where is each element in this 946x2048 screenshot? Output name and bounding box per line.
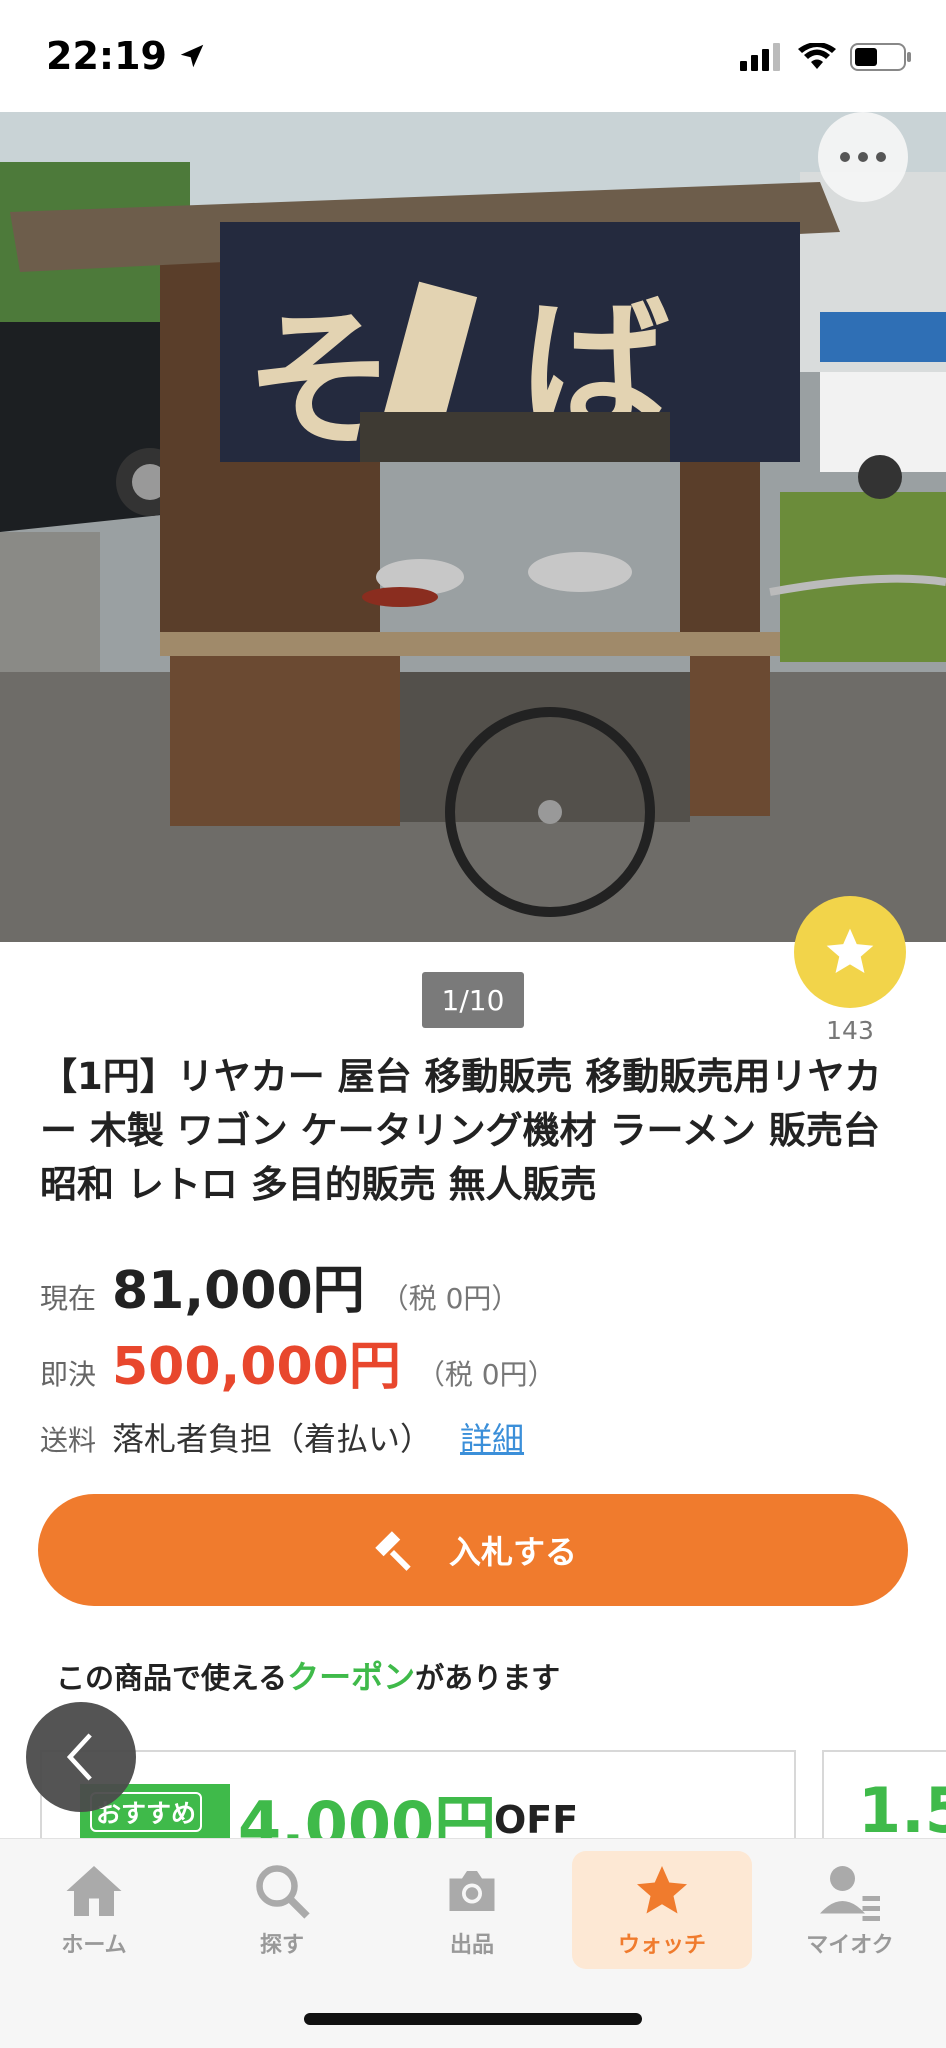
nav-label: ホーム [61,1933,127,1958]
back-button[interactable] [26,1702,136,1812]
user-list-icon [820,1866,880,1921]
wifi-icon [798,43,836,69]
search-icon [256,1865,310,1919]
current-price-row: 現在 81,000円 （税 0円） [40,1248,519,1323]
nav-item-home[interactable]: ホーム [4,1851,184,1969]
buyout-price-tax: （税 0円） [416,1358,556,1391]
product-image[interactable]: そ ば [0,112,946,942]
buyout-price: 500,000円 [112,1337,401,1397]
camera-icon [449,1871,495,1911]
more-options-button[interactable] [818,112,908,202]
home-indicator [304,2013,642,2025]
coupon-heading-highlight: クーポン [287,1658,416,1696]
shipping-label: 送料 [40,1424,97,1457]
current-price-label: 現在 [40,1282,97,1315]
coupon-heading-pre: この商品で使える [56,1661,288,1695]
dot-icon [876,152,886,162]
coupon-heading: この商品で使えるクーポンがあります [56,1652,560,1698]
home-icon [66,1866,122,1916]
buyout-price-label: 即決 [40,1358,97,1391]
listing-title: 【1円】リヤカー 屋台 移動販売 移動販売用リヤカー 木製 ワゴン ケータリング… [40,1055,882,1206]
star-icon [637,1866,687,1914]
current-price: 81,000円 [112,1261,365,1321]
shipping-row: 送料 落札者負担（着払い） 詳細 [40,1414,524,1460]
dot-icon [858,152,868,162]
coupon-heading-post: があります [415,1661,561,1695]
location-arrow-icon [180,44,204,68]
dot-icon [840,152,850,162]
coupon-amount: 1.5 [858,1774,946,1847]
gavel-icon [375,1531,411,1571]
nav-item-search[interactable]: 探す [192,1851,372,1969]
shipping-value: 落札者負担（着払い） [112,1420,433,1458]
nav-label: マイオク [806,1933,894,1958]
bottom-navigation: ホーム 探す 出品 ウォッチ マイオク [0,1838,946,2048]
watch-count: 143 [826,1016,874,1045]
coupon-off-label: OFF [494,1798,579,1842]
nav-label: 探す [259,1933,304,1958]
nav-label: ウォッチ [617,1933,706,1958]
shipping-detail-link[interactable]: 詳細 [460,1414,524,1460]
star-icon [826,928,874,973]
buyout-price-row: 即決 500,000円 （税 0円） [40,1324,556,1399]
nav-item-watch[interactable]: ウォッチ [572,1851,752,1969]
product-photo-illustration: そ ば [0,112,946,942]
nav-label: 出品 [449,1933,494,1958]
bid-button[interactable]: 入札する [38,1494,908,1606]
battery-icon [850,43,911,71]
chevron-left-icon [66,1733,92,1781]
status-time: 22:19 [46,34,207,78]
image-page-indicator: 1/10 [422,972,524,1028]
status-indicators [740,42,912,72]
nav-item-sell[interactable]: 出品 [382,1851,562,1969]
status-bar: 22:19 [0,0,946,112]
clock-text: 22:19 [46,34,167,78]
nav-item-myauction[interactable]: マイオク [760,1851,940,1969]
watch-button[interactable] [794,896,906,1008]
current-price-tax: （税 0円） [380,1282,520,1315]
signal-icon [740,43,780,71]
bid-button-label: 入札する [448,1533,577,1571]
